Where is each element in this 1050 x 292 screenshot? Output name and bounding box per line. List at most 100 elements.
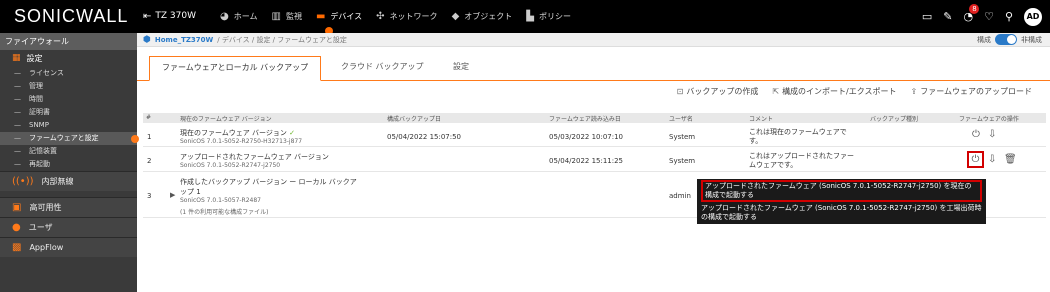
row-note: (1 件の利用可能な構成ファイル) [180,209,269,216]
row-user: admin [669,192,691,200]
tab-bar: ファームウェアとローカル バックアップ クラウド バックアップ 設定 [137,47,1050,81]
boot-firmware-button[interactable]: ⏻ [967,151,984,168]
sidebar-item-restart[interactable]: — 再起動 [0,158,137,171]
sidebar-item-label: 時間 [29,95,43,103]
tools-icon[interactable]: ✎ [943,10,952,23]
upload-firmware-label: ファームウェアのアップロード [920,86,1032,96]
sidebar-item-time[interactable]: — 時間 [0,93,137,106]
row-title: アップロードされたファームウェア バージョン [180,153,329,161]
search-icon[interactable]: ⚲ [1005,10,1013,23]
row-title: 現在のファームウェア バージョン ✓ [180,128,295,138]
sidebar-item-license[interactable]: — ライセンス [0,67,137,80]
breadcrumb-root[interactable]: Home_TZ370W [155,36,213,44]
sidebar-group-label: 設定 [26,54,43,63]
table-row[interactable]: 2 アップロードされたファームウェア バージョン SonicOS 7.0.1-5… [143,147,1046,172]
device-selector[interactable]: ⇤ TZ 370W [143,0,196,33]
mode-right-label: 非構成 [1021,35,1042,44]
check-icon: ✓ [289,129,295,137]
boot-factory-config-option[interactable]: アップロードされたファームウェア (SonicOS 7.0.1-5052-R27… [701,204,982,222]
table-header: # 現在のファームウェア バージョン 構成バックアップ日 ファームウェア読み込み… [143,113,1046,123]
sidebar-block-user[interactable]: ● ユーザ [0,217,137,237]
backup-icon: ⊡ [676,86,684,96]
col-backup-type: バックアップ種別 [870,116,919,123]
sonicwall-logo: SONICWALL [14,6,129,26]
import-export-button[interactable]: ⇱ 構成のインポート/エクスポート [772,86,896,97]
boot-config-icon[interactable]: ⇩ [988,129,996,140]
sidebar-item-label: 証明書 [29,108,50,116]
top-bar: SONICWALL ⇤ TZ 370W ◕ ホーム ▥ 監視 ▬ デバイス ✣ … [0,0,1050,35]
external-link-icon: ⇱ [772,86,780,96]
create-backup-button[interactable]: ⊡ バックアップの作成 [677,86,759,97]
settings-icon: ▦ [12,53,21,63]
nav-network[interactable]: ✣ ネットワーク [376,0,437,33]
row-version: SonicOS 7.0.1-5052-R2750-H32713-j877 [180,138,303,145]
row-user: System [669,157,696,165]
network-icon: ✣ [376,11,385,22]
row-load-date: 05/04/2022 15:11:25 [549,157,624,165]
row-num: 2 [147,157,152,165]
nav-policy-label: ポリシー [538,12,571,21]
top-right-icons: ▭ ✎ ◔ 8 ♡ ⚲ AD [922,0,1042,33]
trash-icon[interactable]: 🗑 [1004,154,1017,165]
row-title-cont: ップ 1 [180,188,201,196]
col-actions: ファームウェアの操作 [959,116,1019,123]
nav-object-label: オブジェクト [464,12,513,21]
home-icon: ◕ [220,11,229,22]
help-icon[interactable]: ♡ [984,10,994,23]
sidebar: ファイアウォール ▦ 設定 — ライセンス — 管理 — 時間 — 証明書 — SNMP … [0,33,139,292]
notifications-icon[interactable]: ◔ 8 [963,4,980,23]
toolbar: ⊡ バックアップの作成 ⇱ 構成のインポート/エクスポート ⇪ ファームウェアのアップ… [677,82,1032,100]
table-row[interactable]: 1 現在のファームウェア バージョン ✓ SonicOS 7.0.1-5052-… [143,123,1046,147]
object-icon: ◆ [451,11,460,22]
boot-config-icon[interactable]: ⇩ [988,154,996,165]
import-export-label: 構成のインポート/エクスポート [782,86,897,96]
breadcrumb: ⬢ Home_TZ370W / デバイス / 設定 / ファームウェアと設定 構… [137,33,1050,47]
tab-firmware-local-backup[interactable]: ファームウェアとローカル バックアップ [149,56,322,81]
sidebar-block-appflow[interactable]: ▩ AppFlow [0,237,137,257]
appflow-icon: ▩ [12,241,22,253]
nav-monitor-label: 監視 [285,12,302,21]
boot-current-config-option[interactable]: アップロードされたファームウェア (SonicOS 7.0.1-5052-R27… [701,180,982,202]
mode-toggle[interactable] [995,34,1017,45]
nav-object[interactable]: ◆ オブジェクト [452,0,513,33]
sidebar-group-settings[interactable]: ▦ 設定 [0,50,137,67]
expand-icon[interactable]: ▶ [170,191,175,199]
sidebar-block-label: 内部無線 [41,176,74,186]
row-user: System [669,133,696,141]
row-load-date: 05/03/2022 10:07:10 [549,133,624,141]
tab-settings[interactable]: 設定 [441,56,481,81]
tab-cloud-backup[interactable]: クラウド バックアップ [329,56,436,81]
sidebar-item-storage[interactable]: — 記憶装置 [0,145,137,158]
nav-device-label: デバイス [330,12,363,21]
sidebar-section-firewall[interactable]: ファイアウォール [0,33,137,50]
upload-icon: ⇪ [910,86,918,96]
power-icon[interactable]: ⏻ [972,129,980,140]
monitor-icon: ▥ [271,11,281,22]
sidebar-item-admin[interactable]: — 管理 [0,80,137,93]
row-comment-cont: ムウェアです。 [749,161,798,169]
boot-options-tooltip: アップロードされたファームウェア (SonicOS 7.0.1-5052-R27… [697,179,986,224]
sidebar-item-label: 再起動 [29,160,50,168]
sidebar-item-snmp[interactable]: — SNMP [0,119,137,132]
nav-policy[interactable]: ▙ ポリシー [526,0,571,33]
nav-monitor[interactable]: ▥ 監視 [272,0,302,33]
col-load-date: ファームウェア読み込み日 [549,116,621,123]
row-backup-date: 05/04/2022 15:07:50 [387,133,462,141]
sidebar-block-wireless[interactable]: ((•)) 内部無線 [0,171,137,191]
sidebar-item-firmware[interactable]: — ファームウェアと設定 [0,132,139,145]
breadcrumb-path: / デバイス / 設定 / ファームウェアと設定 [217,35,347,44]
notification-badge: 8 [969,4,980,14]
col-comment: コメント [749,116,774,123]
config-mode-switch[interactable]: 構成 非構成 [977,34,1042,45]
sidebar-item-certificates[interactable]: — 証明書 [0,106,137,119]
back-arrow-icon: ⇤ [143,11,152,22]
nav-home[interactable]: ◕ ホーム [220,0,258,33]
row-title: 作成したバックアップ バージョン ー ローカル バックア [180,178,357,186]
nav-device[interactable]: ▬ デバイス [316,0,362,33]
sidebar-block-ha[interactable]: ▣ 高可用性 [0,197,137,217]
avatar[interactable]: AD [1024,7,1042,26]
policy-icon: ▙ [526,11,534,22]
upload-firmware-button[interactable]: ⇪ ファームウェアのアップロード [911,86,1032,97]
terminal-icon[interactable]: ▭ [922,10,932,23]
row-version: SonicOS 7.0.1-5052-R2747-j2750 [180,162,281,169]
